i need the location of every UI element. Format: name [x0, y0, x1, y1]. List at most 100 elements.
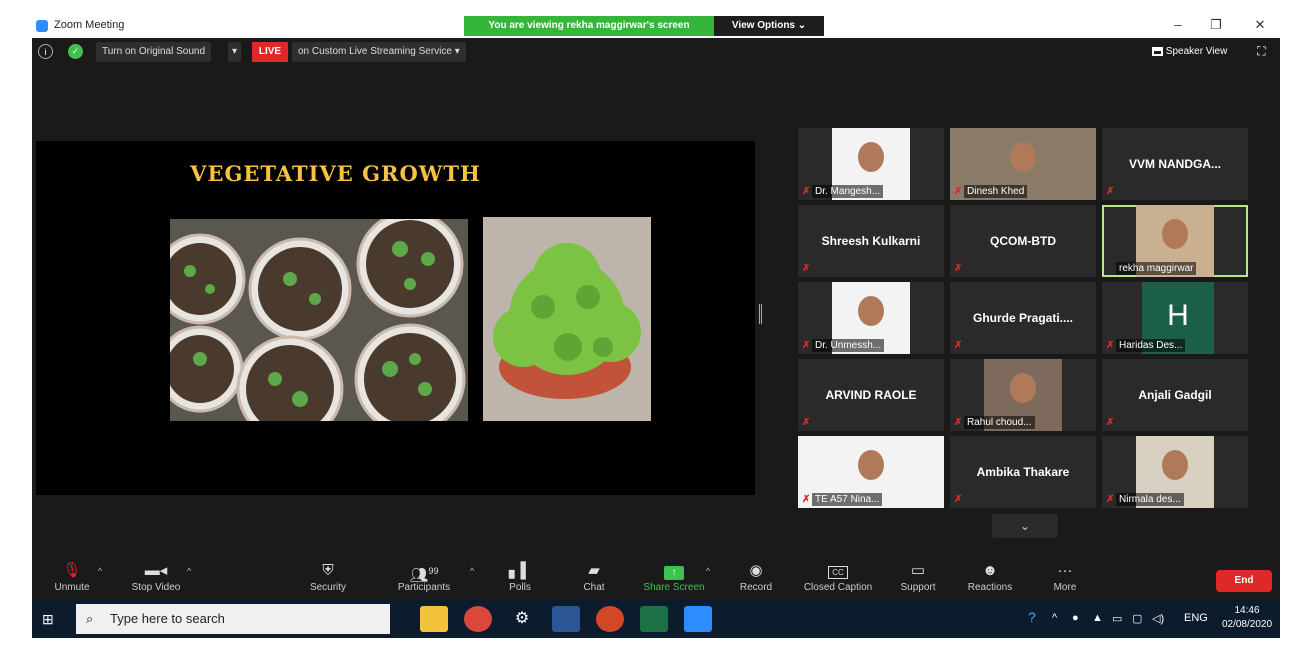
- help-icon[interactable]: ?: [1028, 609, 1036, 625]
- participant-tile[interactable]: ARVIND RAOLE ✗: [798, 359, 944, 431]
- seedling-pots-photo: [170, 219, 468, 421]
- record-button[interactable]: ◉ Record: [716, 560, 796, 593]
- splitter-handle[interactable]: [759, 304, 762, 324]
- slide-title: VEGETATIVE GROWTH: [190, 161, 481, 186]
- stop-video-button[interactable]: ▬◂ Stop Video: [116, 560, 196, 593]
- participant-tile[interactable]: VVM NANDGA... ✗: [1102, 128, 1248, 200]
- record-label: Record: [739, 582, 773, 593]
- participant-tile[interactable]: H Haridas Des... ✗: [1102, 282, 1248, 354]
- person-silhouette: [858, 450, 884, 480]
- participants-icon: 👥︎99: [409, 566, 439, 584]
- info-icon[interactable]: i: [38, 44, 53, 59]
- participants-button[interactable]: 👥︎99 Participants: [384, 560, 464, 593]
- potted-plant-photo: [483, 217, 651, 421]
- audio-options-caret[interactable]: ^: [98, 566, 102, 576]
- close-icon[interactable]: ✕: [1250, 17, 1270, 33]
- speaker-view-button[interactable]: Speaker View: [1146, 42, 1233, 62]
- share-screen-button[interactable]: ↑ Share Screen: [634, 560, 714, 593]
- grid-icon: [1152, 46, 1163, 56]
- streaming-service-label: on Custom Live Streaming Service: [298, 46, 452, 57]
- sound-options-caret[interactable]: ▾: [228, 42, 242, 62]
- share-screen-label: Share Screen: [643, 582, 705, 593]
- tray-battery-icon[interactable]: ▭: [1112, 612, 1122, 625]
- participant-tile[interactable]: Rahul choud... ✗: [950, 359, 1096, 431]
- share-options-caret[interactable]: ^: [706, 566, 710, 576]
- person-silhouette: [858, 296, 884, 326]
- tray-volume-icon[interactable]: ◁): [1152, 612, 1164, 625]
- muted-mic-icon: ✗: [954, 263, 963, 274]
- chat-bubble-icon: ▰: [588, 562, 600, 579]
- participant-tile[interactable]: rekha maggirwar: [1102, 205, 1248, 277]
- participant-tile[interactable]: TE A57 Nina... ✗: [798, 436, 944, 508]
- taskbar-search[interactable]: ⌕ Type here to search: [76, 604, 390, 634]
- person-silhouette: [858, 142, 884, 172]
- tray-network-icon[interactable]: ▲: [1092, 612, 1103, 624]
- shared-screen-slide: VEGETATIVE GROWTH: [36, 141, 755, 495]
- participant-tile[interactable]: Dr. Mangesh... ✗: [798, 128, 944, 200]
- fullscreen-icon[interactable]: ⛶: [1254, 44, 1269, 59]
- participant-name: Ghurde Pragati....: [972, 311, 1074, 325]
- window-title: Zoom Meeting: [54, 19, 125, 31]
- participant-tile[interactable]: Ambika Thakare ✗: [950, 436, 1096, 508]
- restore-icon[interactable]: ❐: [1206, 17, 1226, 33]
- participant-name: Ambika Thakare: [976, 465, 1070, 479]
- meeting-top-bar: i ✓ Turn on Original Sound ▾ LIVE on Cus…: [32, 38, 1280, 66]
- person-silhouette: [1162, 219, 1188, 249]
- participant-tile[interactable]: Ghurde Pragati.... ✗: [950, 282, 1096, 354]
- participants-label: Participants: [397, 582, 451, 593]
- muted-mic-icon: ✗: [954, 186, 963, 197]
- scroll-down-icon[interactable]: ⌄: [992, 514, 1058, 538]
- live-badge: LIVE: [252, 42, 288, 62]
- polls-button[interactable]: ▖▌ Polls: [480, 560, 560, 593]
- ellipsis-icon: ···: [1057, 562, 1073, 579]
- end-button[interactable]: End: [1216, 570, 1272, 592]
- participant-name: Haridas Des...: [1116, 339, 1186, 352]
- participant-name: Nirmala des...: [1116, 493, 1184, 506]
- zoom-taskbar-icon[interactable]: [684, 606, 712, 632]
- participant-tile[interactable]: Nirmala des... ✗: [1102, 436, 1248, 508]
- participant-tile[interactable]: Anjali Gadgil ✗: [1102, 359, 1248, 431]
- video-options-caret[interactable]: ^: [187, 566, 191, 576]
- settings-gear-icon[interactable]: ⚙: [508, 606, 536, 632]
- chat-button[interactable]: ▰ Chat: [554, 560, 634, 593]
- original-sound-button[interactable]: Turn on Original Sound: [96, 42, 212, 62]
- tray-overflow-icon[interactable]: ^: [1052, 612, 1057, 624]
- security-label: Security: [309, 582, 347, 593]
- participant-name: Dr. Unmessh...: [812, 339, 885, 352]
- unmute-button[interactable]: 🎙︎ Unmute: [32, 560, 112, 593]
- search-placeholder: Type here to search: [110, 611, 225, 626]
- muted-mic-icon: ✗: [802, 186, 811, 197]
- minimize-icon[interactable]: –: [1168, 17, 1188, 32]
- muted-mic-icon: ✗: [1106, 186, 1115, 197]
- participants-options-caret[interactable]: ^: [470, 566, 474, 576]
- cc-icon-text: CC: [828, 566, 848, 579]
- support-button[interactable]: ▭ Support: [878, 560, 958, 593]
- closed-caption-button[interactable]: CC Closed Caption: [796, 560, 880, 593]
- word-icon[interactable]: [552, 606, 580, 632]
- participant-name: Dr. Mangesh...: [812, 185, 884, 198]
- streaming-service-dropdown[interactable]: on Custom Live Streaming Service ▾: [292, 42, 466, 62]
- participant-tile[interactable]: QCOM-BTD ✗: [950, 205, 1096, 277]
- clock-date: 02/08/2020: [1221, 619, 1273, 630]
- view-options-button[interactable]: View Options ⌄: [714, 16, 824, 36]
- participant-tile[interactable]: Dinesh Khed ✗: [950, 128, 1096, 200]
- participant-tile[interactable]: Dr. Unmessh... ✗: [798, 282, 944, 354]
- excel-icon[interactable]: [640, 606, 668, 632]
- participants-count: 99: [428, 566, 439, 576]
- taskbar-clock[interactable]: 14:46 02/08/2020: [1218, 604, 1276, 632]
- zoom-window: Zoom Meeting You are viewing rekha maggi…: [32, 14, 1280, 638]
- reactions-button[interactable]: ☻ Reactions: [950, 560, 1030, 593]
- tray-display-icon[interactable]: ▢: [1132, 612, 1142, 625]
- windows-start-icon[interactable]: ⊞: [42, 611, 54, 628]
- participant-tile[interactable]: Shreesh Kulkarni ✗: [798, 205, 944, 277]
- security-button[interactable]: ⛨ Security: [288, 560, 368, 593]
- language-indicator[interactable]: ENG: [1184, 612, 1208, 624]
- chrome-icon[interactable]: [464, 606, 492, 632]
- more-button[interactable]: ··· More: [1025, 560, 1105, 593]
- file-explorer-icon[interactable]: [420, 606, 448, 632]
- security-shield-icon[interactable]: ✓: [68, 44, 83, 59]
- participant-name: VVM NANDGA...: [1128, 157, 1221, 171]
- powerpoint-icon[interactable]: [596, 606, 624, 632]
- muted-mic-icon: ✗: [954, 494, 963, 505]
- windows-taskbar: ⊞ ⌕ Type here to search ⚙ ? ^ ● ▲ ▭ ▢ ◁)…: [32, 600, 1280, 638]
